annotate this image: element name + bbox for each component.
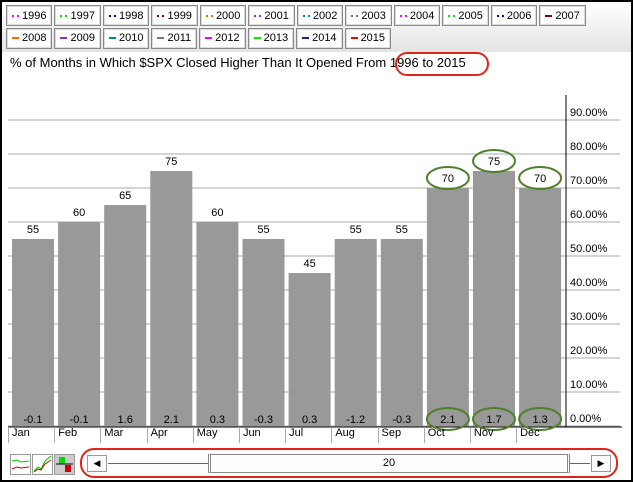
month-label: Nov bbox=[469, 427, 516, 443]
bar-value-label: 60 bbox=[211, 207, 223, 219]
bar-value-label: 55 bbox=[350, 224, 362, 236]
bar-jan bbox=[12, 239, 54, 426]
bar-value-label: 75 bbox=[165, 156, 177, 168]
avg-change-label: 1.7 bbox=[486, 414, 501, 426]
chart-window: 1996 1997 1998 1999 2000 2001 2002 2003 2004 2005… bbox=[0, 0, 633, 482]
bar-nov bbox=[473, 171, 515, 426]
month-axis: Jan Feb Mar Apr May Jun Jul Aug Sep Oct Nov Dec bbox=[8, 427, 564, 443]
bar-value-label: 55 bbox=[396, 224, 408, 236]
month-label: Dec bbox=[516, 427, 562, 443]
avg-change-label: 1.6 bbox=[118, 414, 133, 426]
period-scroller[interactable]: ◀ 20 ▶ bbox=[80, 448, 618, 478]
line-chart-icon[interactable] bbox=[10, 454, 31, 475]
bar-chart: 0.00% 10.00% 20.00% 30.00% 40.00% 50.00% 60.00… bbox=[8, 95, 622, 431]
y-tick-label: 0.00% bbox=[570, 413, 601, 425]
avg-change-label: -1.2 bbox=[346, 414, 365, 426]
bar-value-label: 55 bbox=[257, 224, 269, 236]
avg-change-label: 0.3 bbox=[302, 414, 317, 426]
month-label: Apr bbox=[146, 427, 193, 443]
avg-change-label: 2.1 bbox=[164, 414, 179, 426]
period-value: 20 bbox=[382, 457, 396, 469]
y-tick-label: 40.00% bbox=[570, 277, 608, 289]
y-tick-label: 30.00% bbox=[570, 311, 608, 323]
bar-value-label: 55 bbox=[27, 224, 39, 236]
bar-sep bbox=[380, 239, 423, 426]
bar-value-label: 45 bbox=[303, 258, 315, 270]
month-label: Feb bbox=[54, 427, 100, 443]
bar-mar bbox=[104, 205, 147, 426]
avg-change-label: -0.3 bbox=[392, 414, 411, 426]
y-tick-label: 70.00% bbox=[570, 175, 608, 187]
bar-feb bbox=[58, 222, 101, 426]
month-label: May bbox=[192, 427, 239, 443]
bar-apr bbox=[150, 171, 193, 426]
bar-value-label: 75 bbox=[488, 156, 500, 168]
month-label: Jul bbox=[285, 427, 331, 443]
y-tick-label: 50.00% bbox=[570, 243, 608, 255]
month-label: Aug bbox=[331, 427, 377, 443]
y-tick-label: 90.00% bbox=[570, 107, 608, 119]
y-tick-label: 20.00% bbox=[570, 345, 608, 357]
y-tick-label: 60.00% bbox=[570, 209, 608, 221]
month-label: Oct bbox=[423, 427, 470, 443]
performance-chart-icon[interactable] bbox=[32, 454, 53, 475]
avg-change-label: 0.3 bbox=[210, 414, 225, 426]
bar-value-label: 60 bbox=[73, 207, 85, 219]
bar-jun bbox=[242, 239, 285, 426]
month-label: Jan bbox=[8, 427, 54, 443]
bar-value-label: 70 bbox=[534, 173, 546, 185]
avg-change-label: 2.1 bbox=[440, 414, 455, 426]
bar-dec bbox=[519, 188, 562, 426]
scroll-right-button[interactable]: ▶ bbox=[591, 455, 611, 472]
scroll-left-button[interactable]: ◀ bbox=[87, 455, 107, 472]
month-label: Mar bbox=[100, 427, 146, 443]
month-label: Sep bbox=[377, 427, 424, 443]
bar-jul bbox=[288, 273, 331, 426]
avg-change-label: 1.3 bbox=[532, 414, 547, 426]
bar-chart-icon[interactable] bbox=[54, 454, 75, 475]
avg-change-label: -0.1 bbox=[24, 414, 43, 426]
bar-value-label: 65 bbox=[119, 190, 131, 202]
month-label: Jun bbox=[238, 427, 285, 443]
bar-aug bbox=[334, 239, 377, 426]
y-tick-label: 10.00% bbox=[570, 379, 608, 391]
avg-change-label: -0.3 bbox=[254, 414, 273, 426]
bar-may bbox=[196, 222, 239, 426]
bar-value-label: 70 bbox=[442, 173, 454, 185]
scroll-thumb[interactable]: 20 bbox=[208, 454, 570, 473]
bar-oct bbox=[426, 188, 469, 426]
y-tick-label: 80.00% bbox=[570, 141, 608, 153]
avg-change-label: -0.1 bbox=[70, 414, 89, 426]
